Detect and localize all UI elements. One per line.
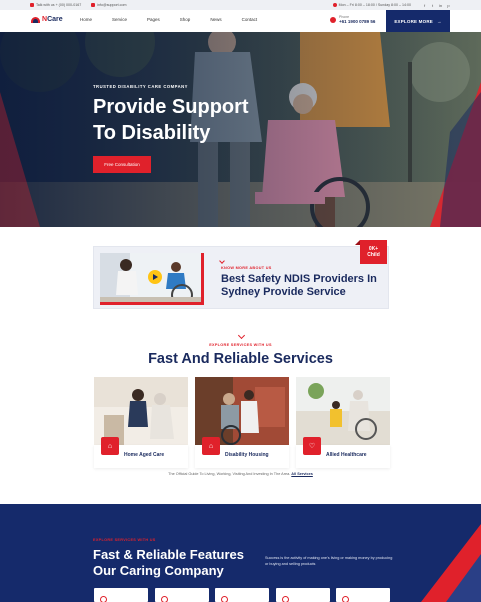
- pinterest-icon[interactable]: p: [446, 3, 451, 8]
- service-label-box: ♡ Allied Healthcare: [296, 437, 390, 468]
- about-title-line2: Sydney Provide Service: [221, 285, 346, 298]
- free-consultation-button[interactable]: Free Consultation: [93, 156, 151, 173]
- features-decor: [421, 524, 481, 602]
- kicker-check-icon: [219, 258, 225, 264]
- feature-icon: [100, 596, 107, 602]
- feature-icon: [282, 596, 289, 602]
- service-label-box: ⌂ Home Aged Care: [94, 437, 188, 468]
- all-services-link[interactable]: All Services: [291, 472, 313, 476]
- nav-contact[interactable]: Contact: [242, 17, 258, 22]
- hero-tagline: TRUSTED DISABILITY CARE COMPANY: [93, 84, 188, 89]
- header-phone[interactable]: Phone +61 1900 0789 56: [330, 15, 375, 24]
- feature-icon: [161, 596, 168, 602]
- hours-text: Mon – Fri 8:00 – 18:00 / Sunday 8:00 – 1…: [338, 3, 411, 7]
- feature-card[interactable]: [215, 588, 269, 602]
- features-text: Success is the activity of making one's …: [265, 556, 393, 566]
- service-title: Home Aged Care: [124, 452, 165, 458]
- about-section: KNOW MORE ABOUT US Best Safety NDIS Prov…: [93, 246, 389, 309]
- feature-card[interactable]: [276, 588, 330, 602]
- services-title: Fast And Reliable Services: [148, 351, 333, 367]
- feature-card[interactable]: [94, 588, 148, 602]
- home-care-icon: ⌂: [101, 437, 119, 455]
- hero-title-line1: Provide Support: [93, 96, 249, 118]
- main-nav: Home Service Pages Shop News Contact: [80, 17, 277, 22]
- services-check-icon: [237, 331, 246, 340]
- talk-info: Talk with us + (00) 000-0167: [30, 3, 81, 7]
- twitter-icon[interactable]: t: [430, 3, 435, 8]
- phone-icon: [30, 3, 34, 7]
- features-title-line2: Our Caring Company: [93, 562, 224, 578]
- child-count-badge: 0K+ Child: [360, 240, 387, 264]
- nav-service[interactable]: Service: [112, 17, 127, 22]
- services-note-text: The Official Guide To Living, Working, V…: [168, 472, 291, 476]
- hero-section: TRUSTED DISABILITY CARE COMPANY Provide …: [0, 32, 481, 227]
- nav-home[interactable]: Home: [80, 17, 92, 22]
- service-card-home-aged-care[interactable]: ⌂ Home Aged Care: [94, 377, 188, 468]
- services-kicker: EXPLORE SERVICES WITH US: [209, 343, 272, 347]
- health-icon: ♡: [303, 437, 321, 455]
- logo[interactable]: N Care: [31, 16, 63, 23]
- topbar-right: Mon – Fri 8:00 – 18:00 / Sunday 8:00 – 1…: [332, 0, 451, 10]
- services-note: The Official Guide To Living, Working, V…: [0, 472, 481, 476]
- features-title-line1: Fast & Reliable Features: [93, 547, 244, 562]
- top-bar: Talk with us + (00) 000-0167 info@suppor…: [0, 0, 481, 10]
- explore-more-button[interactable]: EXPLORE MORE →: [386, 10, 450, 32]
- badge-label: Child: [367, 252, 380, 258]
- about-kicker: KNOW MORE ABOUT US: [221, 266, 272, 270]
- features-title: Fast & Reliable Features Our Caring Comp…: [93, 547, 263, 578]
- email-text[interactable]: info@support.com: [97, 3, 126, 7]
- service-label-box: ⌂ Disability Housing: [195, 437, 289, 468]
- talk-text: Talk with us + (00) 000-0167: [36, 3, 82, 7]
- phone-circle-icon: [330, 16, 336, 23]
- service-photo: [195, 377, 289, 445]
- hero-title-line2: To Disability: [93, 122, 211, 144]
- clock-icon: [332, 3, 337, 7]
- explore-more-label: EXPLORE MORE: [394, 18, 433, 24]
- play-icon[interactable]: [148, 270, 162, 284]
- about-title: Best Safety NDIS Providers In Sydney Pro…: [221, 273, 386, 298]
- feature-icon: [221, 596, 228, 602]
- service-card-allied-healthcare[interactable]: ♡ Allied Healthcare: [296, 377, 390, 468]
- phone-number[interactable]: +61 1900 0789 56: [339, 19, 375, 24]
- linkedin-icon[interactable]: in: [438, 3, 443, 8]
- mail-icon: [91, 3, 96, 7]
- service-photo: [296, 377, 390, 445]
- nav-pages[interactable]: Pages: [147, 17, 160, 22]
- logo-mark-icon: [31, 16, 40, 23]
- about-title-line1: Best Safety NDIS Providers In: [221, 273, 377, 285]
- feature-icon: [342, 596, 349, 602]
- logo-text: Care: [47, 16, 63, 23]
- feature-card[interactable]: [155, 588, 209, 602]
- service-title: Allied Healthcare: [326, 452, 367, 458]
- nav-news[interactable]: News: [210, 17, 221, 22]
- page: Talk with us + (00) 000-0167 info@suppor…: [0, 0, 481, 602]
- service-photo: [94, 377, 188, 445]
- arrow-right-icon: →: [436, 18, 442, 24]
- features-kicker: EXPLORE SERVICES WITH US: [93, 538, 156, 542]
- nav-shop[interactable]: Shop: [180, 17, 191, 22]
- email-info[interactable]: info@support.com: [91, 3, 126, 7]
- service-title: Disability Housing: [225, 452, 269, 458]
- feature-card[interactable]: [336, 588, 390, 602]
- house-icon: ⌂: [202, 437, 220, 455]
- hero-title: Provide Support To Disability: [93, 94, 293, 146]
- facebook-icon[interactable]: f: [422, 3, 427, 8]
- service-card-disability-housing[interactable]: ⌂ Disability Housing: [195, 377, 289, 468]
- about-video-thumbnail[interactable]: [100, 253, 204, 305]
